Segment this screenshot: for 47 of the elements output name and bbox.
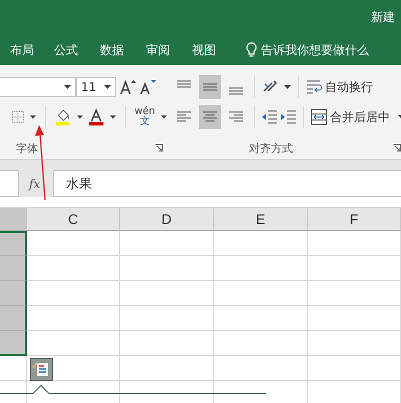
ribbon-tab[interactable]: 数据 <box>100 42 124 58</box>
dialog-launcher-icon[interactable] <box>393 144 401 152</box>
align-button[interactable] <box>199 105 221 129</box>
font-name-field[interactable] <box>0 77 76 97</box>
table-cell[interactable] <box>0 256 27 281</box>
font-color-icon[interactable] <box>89 107 104 127</box>
merge-center-button[interactable]: 合并后居中 <box>311 108 390 126</box>
wrap-text-button[interactable]: 自动换行 <box>306 78 373 96</box>
column-header[interactable]: C <box>27 208 120 231</box>
phonetic-guide-button[interactable]: wén 文 <box>134 107 156 127</box>
table-cell[interactable] <box>0 306 27 331</box>
column-header[interactable]: F <box>308 208 401 231</box>
decrease-font-icon[interactable] <box>140 79 156 95</box>
function-label[interactable]: fx <box>29 170 53 197</box>
ribbon-tab[interactable]: 视图 <box>192 42 216 58</box>
borders-icon[interactable] <box>12 110 24 124</box>
group-label: 字体 <box>16 140 38 156</box>
wrap-text-icon[interactable] <box>306 79 322 95</box>
ribbon-tab[interactable]: 布局 <box>10 42 34 58</box>
caret-icon[interactable] <box>284 85 291 89</box>
quick-analysis-icon[interactable] <box>30 358 53 381</box>
fill-color-icon[interactable] <box>54 107 72 127</box>
caret-icon[interactable] <box>161 115 168 119</box>
window-title: 新建 <box>371 9 395 26</box>
column-header[interactable]: D <box>120 208 214 231</box>
table-cell[interactable] <box>0 331 27 356</box>
increase-indent-icon[interactable] <box>281 110 296 124</box>
formula-field[interactable]: 水果 <box>53 170 401 197</box>
table-cell[interactable] <box>0 231 27 256</box>
column-header[interactable]: E <box>214 208 308 231</box>
caret-icon[interactable] <box>104 85 111 89</box>
increase-font-icon[interactable] <box>120 79 136 95</box>
decrease-indent-icon[interactable] <box>262 110 277 124</box>
lightbulb-icon <box>246 42 257 58</box>
table-cell[interactable] <box>0 281 27 306</box>
group-label: 对齐方式 <box>249 140 293 156</box>
merge-cells-icon[interactable] <box>311 109 327 125</box>
tell-me-field[interactable]: 告诉我你想要做什么 <box>261 42 369 58</box>
caret-icon[interactable] <box>77 115 84 119</box>
caret-icon[interactable] <box>64 85 71 89</box>
align-button[interactable] <box>199 75 221 99</box>
ribbon-tab[interactable]: 公式 <box>54 42 78 58</box>
caret-icon[interactable] <box>30 115 36 119</box>
dialog-launcher-icon[interactable] <box>155 144 163 152</box>
caret-icon[interactable] <box>110 115 116 119</box>
font-size-field[interactable]: 11 <box>76 77 116 97</box>
ribbon-tab[interactable]: 审阅 <box>146 42 170 58</box>
